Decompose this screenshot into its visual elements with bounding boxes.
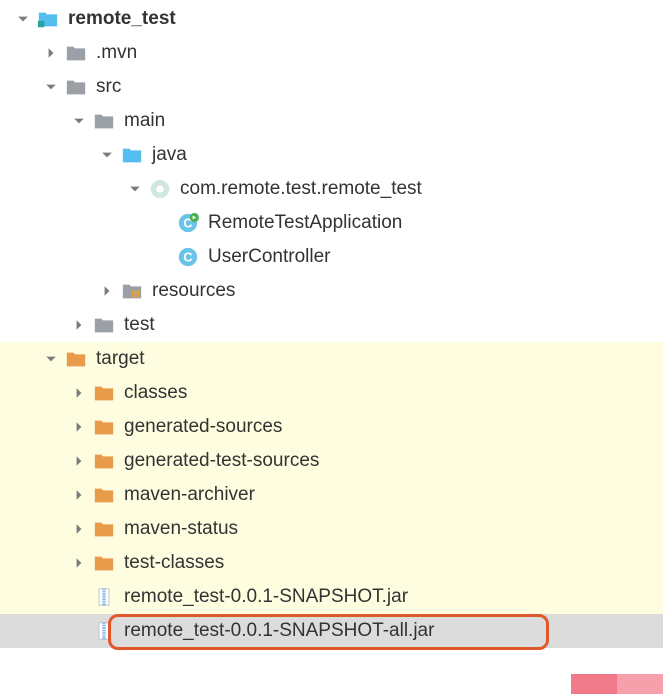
tree-item-tstcls[interactable]: test-classes bbox=[0, 546, 663, 580]
tree-item-label: generated-test-sources bbox=[124, 450, 319, 472]
tree-item-jar1[interactable]: remote_test-0.0.1-SNAPSHOT.jar bbox=[0, 580, 663, 614]
tree-item-label: generated-sources bbox=[124, 416, 282, 438]
chevron-right-icon[interactable] bbox=[70, 418, 88, 436]
class-run-icon: C bbox=[176, 211, 200, 235]
tree-item-test[interactable]: test bbox=[0, 308, 663, 342]
tree-item-src[interactable]: src bbox=[0, 70, 663, 104]
tree-item-target[interactable]: target bbox=[0, 342, 663, 376]
tree-item-gensrc[interactable]: generated-sources bbox=[0, 410, 663, 444]
tree-item-mvn[interactable]: .mvn bbox=[0, 36, 663, 70]
folder-orange-icon bbox=[92, 483, 116, 507]
tree-item-mstat[interactable]: maven-status bbox=[0, 512, 663, 546]
folder-gray-icon bbox=[64, 41, 88, 65]
chevron-right-icon[interactable] bbox=[70, 486, 88, 504]
tree-item-classes[interactable]: classes bbox=[0, 376, 663, 410]
tree-item-label: maven-status bbox=[124, 518, 238, 540]
chevron-right-icon[interactable] bbox=[70, 384, 88, 402]
tree-item-label: .mvn bbox=[96, 42, 137, 64]
project-tree[interactable]: remote_test .mvn srcmain java com.remote.tes… bbox=[0, 0, 663, 648]
svg-text:C: C bbox=[183, 250, 192, 265]
chevron-down-icon[interactable] bbox=[42, 350, 60, 368]
folder-gray-icon bbox=[64, 75, 88, 99]
tree-item-label: main bbox=[124, 110, 165, 132]
tree-item-label: test-classes bbox=[124, 552, 224, 574]
tree-item-label: com.remote.test.remote_test bbox=[180, 178, 422, 200]
tree-item-ctrl[interactable]: C UserController bbox=[0, 240, 663, 274]
resources-folder-icon bbox=[120, 279, 144, 303]
chevron-right-icon[interactable] bbox=[70, 554, 88, 572]
tree-item-java[interactable]: java bbox=[0, 138, 663, 172]
chevron-down-icon[interactable] bbox=[14, 10, 32, 28]
chevron-right-icon[interactable] bbox=[98, 282, 116, 300]
chevron-down-icon[interactable] bbox=[98, 146, 116, 164]
chevron-down-icon[interactable] bbox=[126, 180, 144, 198]
watermark-blocks bbox=[571, 674, 663, 694]
tree-item-gentst[interactable]: generated-test-sources bbox=[0, 444, 663, 478]
chevron-right-icon[interactable] bbox=[70, 520, 88, 538]
tree-item-march[interactable]: maven-archiver bbox=[0, 478, 663, 512]
folder-gray-icon bbox=[92, 313, 116, 337]
folder-orange-icon bbox=[92, 517, 116, 541]
folder-orange-icon bbox=[92, 551, 116, 575]
folder-orange-icon bbox=[92, 415, 116, 439]
jar-icon bbox=[92, 619, 116, 643]
folder-orange-icon bbox=[92, 381, 116, 405]
tree-item-label: src bbox=[96, 76, 121, 98]
tree-item-label: remote_test bbox=[68, 8, 176, 30]
tree-item-label: resources bbox=[152, 280, 235, 302]
package-icon bbox=[148, 177, 172, 201]
folder-blue-icon bbox=[120, 143, 144, 167]
tree-item-label: UserController bbox=[208, 246, 330, 268]
class-icon: C bbox=[176, 245, 200, 269]
tree-item-pkg[interactable]: com.remote.test.remote_test bbox=[0, 172, 663, 206]
tree-item-label: RemoteTestApplication bbox=[208, 212, 402, 234]
folder-gray-icon bbox=[92, 109, 116, 133]
tree-item-label: remote_test-0.0.1-SNAPSHOT-all.jar bbox=[124, 620, 434, 642]
tree-item-label: target bbox=[96, 348, 145, 370]
folder-orange-icon bbox=[64, 347, 88, 371]
chevron-right-icon[interactable] bbox=[70, 452, 88, 470]
chevron-right-icon[interactable] bbox=[42, 44, 60, 62]
module-folder-icon bbox=[36, 7, 60, 31]
tree-item-label: remote_test-0.0.1-SNAPSHOT.jar bbox=[124, 586, 408, 608]
tree-item-app[interactable]: C RemoteTestApplication bbox=[0, 206, 663, 240]
tree-item-jar2[interactable]: remote_test-0.0.1-SNAPSHOT-all.jar bbox=[0, 614, 663, 648]
tree-item-res[interactable]: resources bbox=[0, 274, 663, 308]
chevron-down-icon[interactable] bbox=[42, 78, 60, 96]
jar-icon bbox=[92, 585, 116, 609]
tree-item-label: java bbox=[152, 144, 187, 166]
folder-orange-icon bbox=[92, 449, 116, 473]
tree-item-label: classes bbox=[124, 382, 187, 404]
tree-item-label: test bbox=[124, 314, 155, 336]
chevron-down-icon[interactable] bbox=[70, 112, 88, 130]
tree-item-root[interactable]: remote_test bbox=[0, 2, 663, 36]
tree-item-main[interactable]: main bbox=[0, 104, 663, 138]
chevron-right-icon[interactable] bbox=[70, 316, 88, 334]
tree-item-label: maven-archiver bbox=[124, 484, 255, 506]
